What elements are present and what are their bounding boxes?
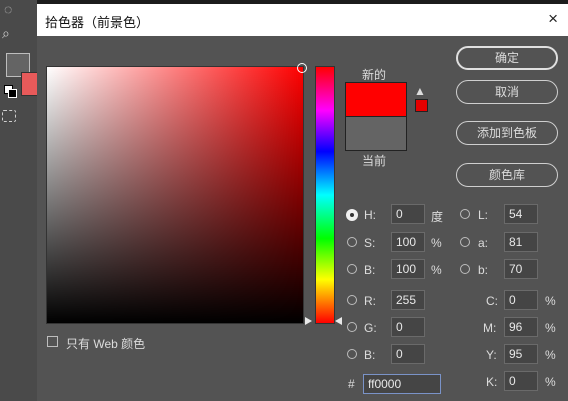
label-c: C: xyxy=(486,294,498,308)
label-k: K: xyxy=(486,375,498,389)
current-color-preview[interactable] xyxy=(345,116,407,151)
background-color-swatch[interactable] xyxy=(21,72,38,96)
web-colors-checkbox[interactable] xyxy=(47,336,58,347)
saturation-brightness-field[interactable] xyxy=(46,63,307,324)
label-b-hsb: B: xyxy=(364,263,376,277)
unit-b-hsb: % xyxy=(431,263,442,277)
input-m[interactable]: 96 xyxy=(504,317,538,337)
out-of-gamut-warning-icon[interactable]: ▲ xyxy=(414,84,426,98)
title-bar: 拾色器（前景色） × xyxy=(37,0,568,36)
radio-b-lab[interactable] xyxy=(460,264,470,274)
radio-a[interactable] xyxy=(460,237,470,247)
label-r: R: xyxy=(364,294,376,308)
quick-mask-icon[interactable] xyxy=(2,110,16,122)
unit-s: % xyxy=(431,236,442,250)
close-icon[interactable]: × xyxy=(548,9,558,29)
label-b-lab: b: xyxy=(478,263,489,277)
input-k[interactable]: 0 xyxy=(504,371,538,391)
radio-b-rgb[interactable] xyxy=(347,349,357,359)
label-m: M: xyxy=(483,321,497,335)
label-l: L: xyxy=(478,208,489,222)
radio-b-hsb[interactable] xyxy=(347,264,357,274)
unit-h: 度 xyxy=(431,210,444,224)
color-field-handle[interactable] xyxy=(297,63,307,73)
add-to-swatches-button[interactable]: 添加到色板 xyxy=(456,121,558,145)
gamut-correction-swatch[interactable] xyxy=(415,99,428,112)
unit-c: % xyxy=(545,294,556,308)
input-r[interactable]: 255 xyxy=(391,290,425,310)
input-h[interactable]: 0 xyxy=(391,204,425,224)
hue-slider-left-arrow[interactable] xyxy=(305,317,312,325)
unit-m: % xyxy=(545,321,556,335)
radio-s[interactable] xyxy=(347,237,357,247)
label-g: G: xyxy=(364,321,377,335)
tools-panel: ◌ ⌕ xyxy=(0,0,38,401)
zoom-tool-icon[interactable]: ⌕ xyxy=(2,26,10,40)
hex-label: # xyxy=(348,377,355,391)
web-colors-label: 只有 Web 颜色 xyxy=(66,337,146,351)
label-h: H: xyxy=(364,208,376,222)
default-colors-icon-back xyxy=(8,89,17,98)
input-s[interactable]: 100 xyxy=(391,232,425,252)
unit-y: % xyxy=(545,348,556,362)
label-a: a: xyxy=(478,236,489,250)
radio-r[interactable] xyxy=(347,295,357,305)
new-color-preview xyxy=(345,82,407,116)
input-c[interactable]: 0 xyxy=(504,290,538,310)
input-l[interactable]: 54 xyxy=(504,204,538,224)
input-y[interactable]: 95 xyxy=(504,344,538,364)
label-b-rgb: B: xyxy=(364,348,376,362)
input-b-hsb[interactable]: 100 xyxy=(391,259,425,279)
hue-slider[interactable] xyxy=(315,66,335,324)
label-s: S: xyxy=(364,236,376,250)
input-a[interactable]: 81 xyxy=(504,232,538,252)
lasso-tool-icon[interactable]: ◌ xyxy=(4,2,12,16)
input-b-lab[interactable]: 70 xyxy=(504,259,538,279)
color-libraries-button[interactable]: 颜色库 xyxy=(456,163,558,187)
cancel-button[interactable]: 取消 xyxy=(456,80,558,104)
radio-h[interactable] xyxy=(346,209,358,221)
label-y: Y: xyxy=(486,348,497,362)
radio-l[interactable] xyxy=(460,209,470,219)
new-color-label: 新的 xyxy=(362,68,387,82)
hue-slider-right-arrow[interactable] xyxy=(335,317,342,325)
unit-k: % xyxy=(545,375,556,389)
input-g[interactable]: 0 xyxy=(391,317,425,337)
ok-button[interactable]: 确定 xyxy=(456,46,558,70)
radio-g[interactable] xyxy=(347,322,357,332)
current-color-label: 当前 xyxy=(362,154,387,168)
color-picker-dialog: 拾色器（前景色） × 新的 当前 ▲ 确定 取消 添加到色板 颜色库 H: 0 … xyxy=(37,0,568,401)
input-b-rgb[interactable]: 0 xyxy=(391,344,425,364)
dialog-title: 拾色器（前景色） xyxy=(45,15,150,30)
hex-input[interactable]: ff0000 xyxy=(363,374,441,394)
